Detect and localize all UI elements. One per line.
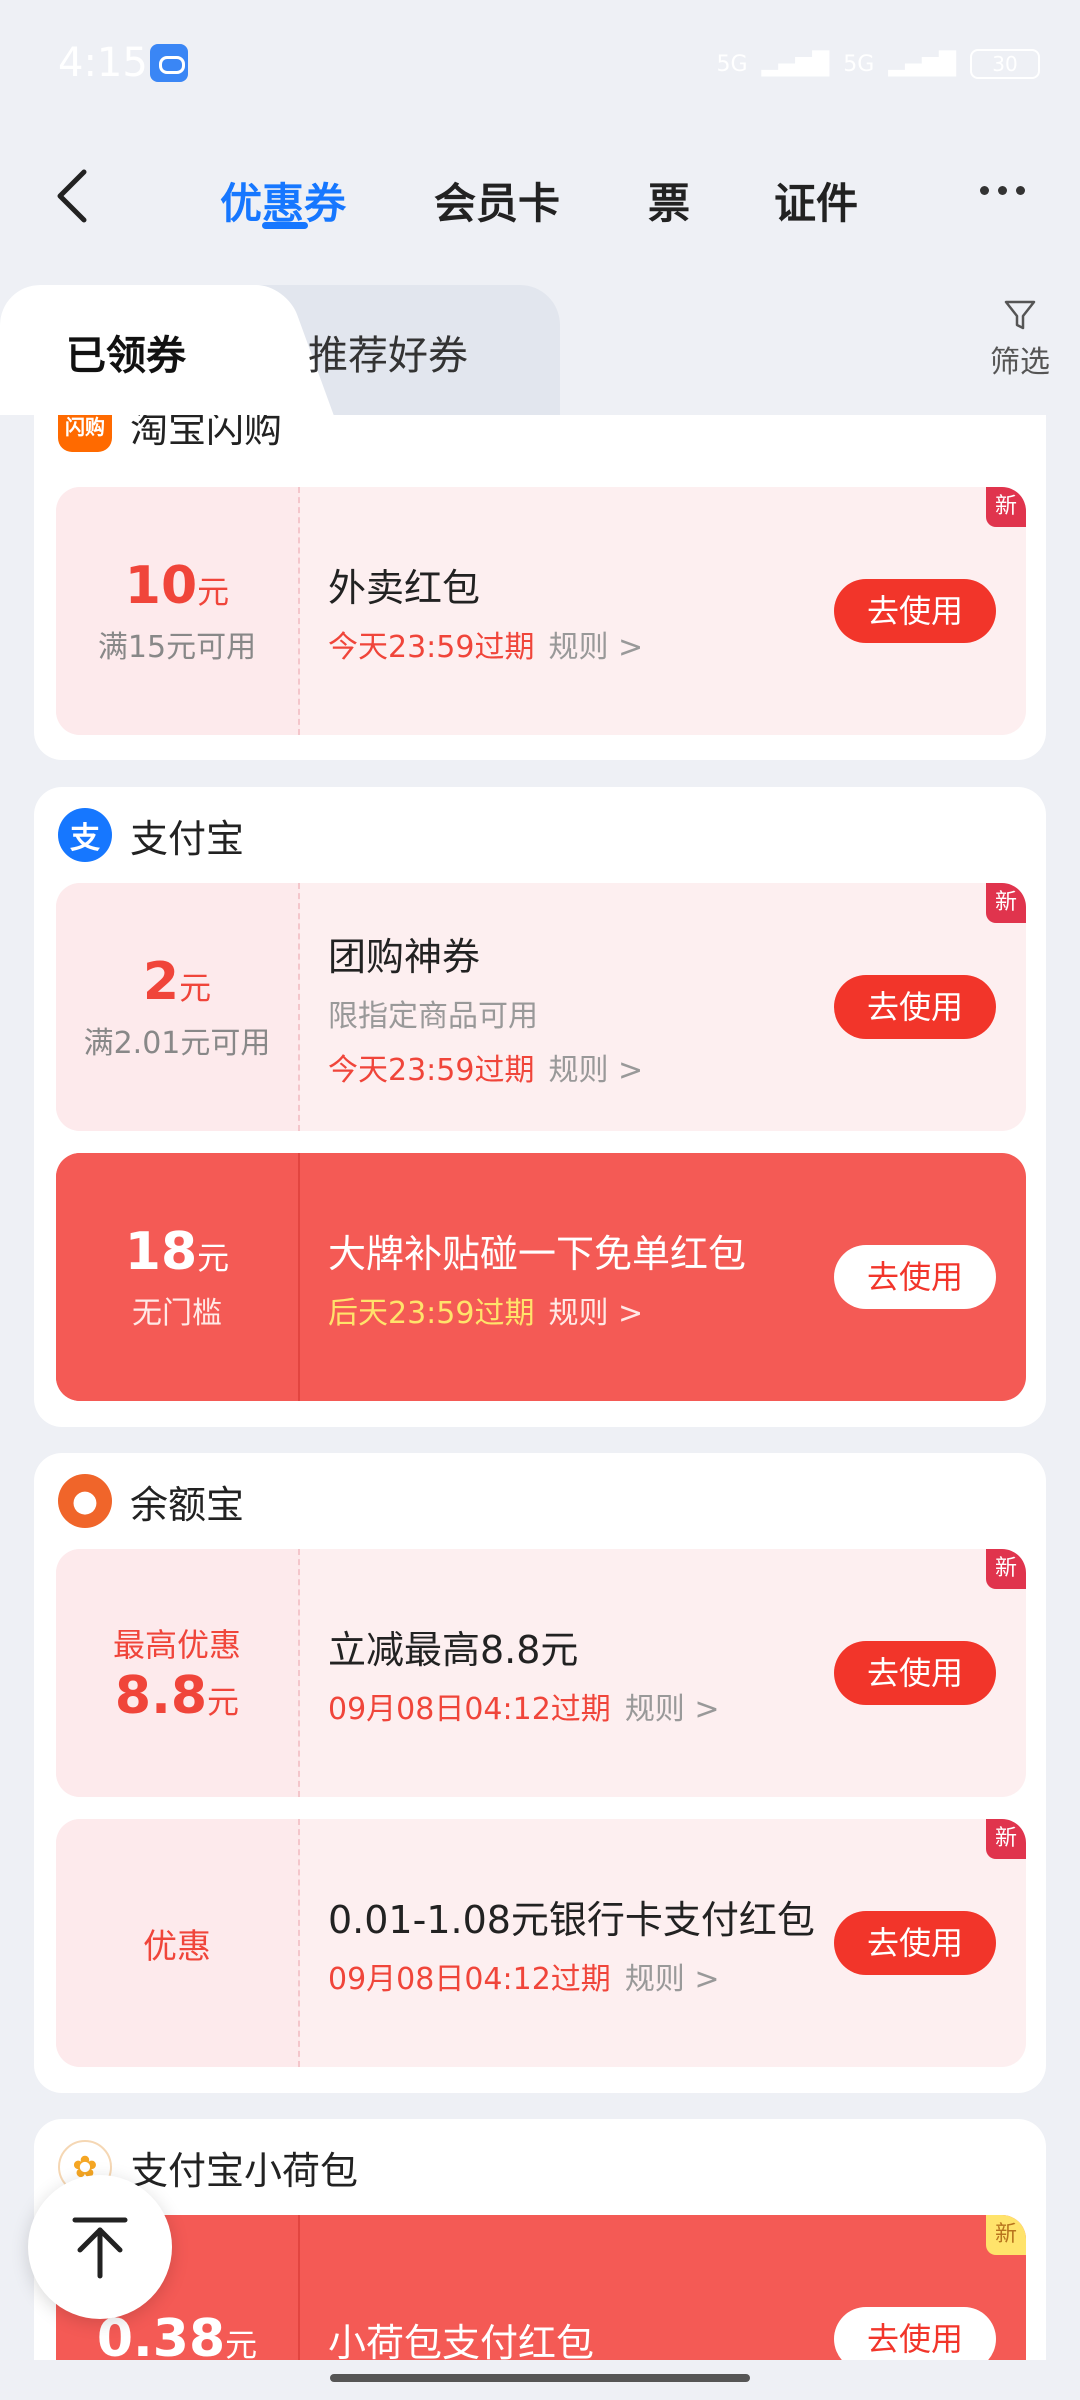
rule-link[interactable]: 规则 > [548, 630, 643, 665]
coupon-card: 最高优惠 8.8元 立减最高8.8元 09月08日04:12过期 规则 > 去使用… [56, 1549, 1026, 1797]
coupon-prefix: 最高优惠 [112, 1626, 241, 1664]
coupon-title: 大牌补贴碰一下免单红包 [328, 1231, 747, 1276]
coupon-card: 2元 满2.01元可用 团购神券 限指定商品可用 今天23:59过期 规则 > 去… [56, 883, 1026, 1131]
coupon-expire: 后天23:59过期 规则 > [328, 1295, 644, 1331]
coupon-info: 大牌补贴碰一下免单红包 后天23:59过期 规则 > [328, 1153, 828, 1401]
use-coupon-button[interactable]: 去使用 [834, 2307, 996, 2360]
coupon-list[interactable]: 闪购 淘宝闪购 10元 满15元可用 外卖红包 今天23:59过期 规则 > 去使… [0, 415, 1080, 2360]
coupon-expire: 今天23:59过期 规则 > [328, 629, 644, 665]
group-name: 余额宝 [130, 1482, 245, 1527]
group-name: 支付宝小荷包 [130, 2148, 359, 2193]
tab-tickets[interactable]: 票 [648, 170, 690, 231]
back-arrow-icon[interactable] [50, 166, 100, 226]
coupon-info: 团购神券 限指定商品可用 今天23:59过期 规则 > [328, 883, 828, 1131]
coupon-card: 优惠 0.01-1.08元银行卡支付红包 09月08日04:12过期 规则 > 去… [56, 1819, 1026, 2067]
group-header: 支 支付宝 [58, 805, 244, 865]
back-to-top-button[interactable] [28, 2175, 172, 2319]
coupon-info: 外卖红包 今天23:59过期 规则 > [328, 487, 828, 735]
subtab-recommended[interactable]: 推荐好券 [308, 323, 468, 381]
coupon-info: 立减最高8.8元 09月08日04:12过期 规则 > [328, 1549, 828, 1797]
active-tab-indicator [262, 222, 308, 229]
coupon-title: 立减最高8.8元 [328, 1627, 579, 1672]
new-badge: 新 [986, 487, 1026, 527]
alipay-logo-icon: 支 [58, 808, 112, 862]
coupon-group-yuebao: ● 余额宝 最高优惠 8.8元 立减最高8.8元 09月08日04:12过期 规则… [34, 1453, 1046, 2093]
coupon-title: 小荷包支付红包 [328, 2320, 595, 2361]
rule-link[interactable]: 规则 > [548, 1053, 643, 1088]
battery-icon: 30 [970, 49, 1040, 79]
more-icon[interactable] [980, 180, 1040, 210]
network-label-2: 5G [843, 51, 875, 77]
coupon-expire: 09月08日04:12过期 规则 > [328, 1691, 720, 1727]
top-nav: 优惠券 会员卡 票 证件 [0, 140, 1080, 250]
coupon-card-highlight: 0.38元 小荷包支付红包 去使用 新 [56, 2215, 1026, 2360]
group-header: ● 余额宝 [58, 1471, 244, 1531]
coupon-condition: 满15元可用 [97, 630, 257, 665]
coupon-title: 外卖红包 [328, 565, 481, 610]
coupon-amount-area: 18元 无门槛 [56, 1153, 300, 1401]
use-coupon-button[interactable]: 去使用 [834, 1641, 996, 1705]
coupon-subtitle: 限指定商品可用 [328, 998, 538, 1034]
group-name: 淘宝闪购 [130, 415, 283, 451]
use-coupon-button[interactable]: 去使用 [834, 1245, 996, 1309]
coupon-amount-area: 最高优惠 8.8元 [56, 1549, 300, 1797]
signal-icon-2: ▂▄▆█ [888, 51, 956, 77]
status-time: 4:15 [58, 40, 148, 86]
use-coupon-button[interactable]: 去使用 [834, 975, 996, 1039]
coupon-amount: 8.8元 [114, 1666, 240, 1726]
new-badge: 新 [986, 883, 1026, 923]
coupon-info: 0.01-1.08元银行卡支付红包 09月08日04:12过期 规则 > [328, 1819, 828, 2067]
filter-label: 筛选 [990, 345, 1050, 380]
use-coupon-button[interactable]: 去使用 [834, 579, 996, 643]
tab-certificates[interactable]: 证件 [774, 170, 858, 231]
coupon-expire: 今天23:59过期 规则 > [328, 1052, 644, 1088]
yuebao-logo-icon: ● [58, 1474, 112, 1528]
taobao-shangou-logo-icon: 闪购 [58, 415, 112, 452]
new-badge: 新 [986, 1819, 1026, 1859]
status-bar: 4:15 5G ▂▄▆█ 5G ▂▄▆█ 30 [0, 0, 1080, 130]
coupon-group-xiaohebao: ✿ 支付宝小荷包 0.38元 小荷包支付红包 去使用 新 [34, 2119, 1046, 2360]
coupon-amount: 18元 [124, 1222, 230, 1282]
coupon-amount-area: 优惠 [56, 1819, 300, 2067]
coupon-card: 10元 满15元可用 外卖红包 今天23:59过期 规则 > 去使用 新 [56, 487, 1026, 735]
coupon-amount: 优惠 [143, 1926, 211, 1967]
link-icon [150, 44, 188, 82]
use-coupon-button[interactable]: 去使用 [834, 1911, 996, 1975]
coupon-amount-area: 10元 满15元可用 [56, 487, 300, 735]
coupon-amount-area: 2元 满2.01元可用 [56, 883, 300, 1131]
coupon-info: 小荷包支付红包 [328, 2215, 828, 2361]
arrow-up-icon [72, 2217, 128, 2279]
coupon-expire: 09月08日04:12过期 规则 > [328, 1961, 720, 1997]
coupon-amount: 2元 [142, 952, 212, 1012]
filter-icon [1004, 300, 1036, 330]
coupon-title: 0.01-1.08元银行卡支付红包 [328, 1897, 815, 1942]
subtab-received[interactable]: 已领券 [66, 323, 186, 381]
system-indicators: 5G ▂▄▆█ 5G ▂▄▆█ 30 [717, 44, 1040, 84]
home-indicator[interactable] [330, 2374, 750, 2382]
rule-link[interactable]: 规则 > [548, 1296, 643, 1331]
coupon-group-alipay: 支 支付宝 2元 满2.01元可用 团购神券 限指定商品可用 今天23:59过期… [34, 787, 1046, 1427]
coupon-title: 团购神券 [328, 934, 481, 979]
group-header: 闪购 淘宝闪购 [58, 415, 282, 455]
coupon-amount: 0.38元 [96, 2309, 258, 2360]
sub-tabs: 已领券 推荐好券 筛选 [0, 285, 1080, 415]
coupon-card-highlight: 18元 无门槛 大牌补贴碰一下免单红包 后天23:59过期 规则 > 去使用 [56, 1153, 1026, 1401]
coupon-amount: 10元 [124, 556, 230, 616]
rule-link[interactable]: 规则 > [625, 1962, 720, 1997]
filter-button[interactable]: 筛选 [980, 297, 1060, 381]
new-badge: 新 [986, 2215, 1026, 2255]
group-name: 支付宝 [130, 816, 245, 861]
coupon-condition: 无门槛 [132, 1296, 222, 1331]
tab-member-cards[interactable]: 会员卡 [434, 170, 560, 231]
coupon-condition: 满2.01元可用 [83, 1026, 271, 1061]
new-badge: 新 [986, 1549, 1026, 1589]
signal-icon: ▂▄▆█ [761, 51, 830, 77]
rule-link[interactable]: 规则 > [625, 1692, 720, 1727]
coupon-group-taobao: 闪购 淘宝闪购 10元 满15元可用 外卖红包 今天23:59过期 规则 > 去使… [34, 415, 1046, 760]
network-label: 5G [716, 51, 748, 77]
